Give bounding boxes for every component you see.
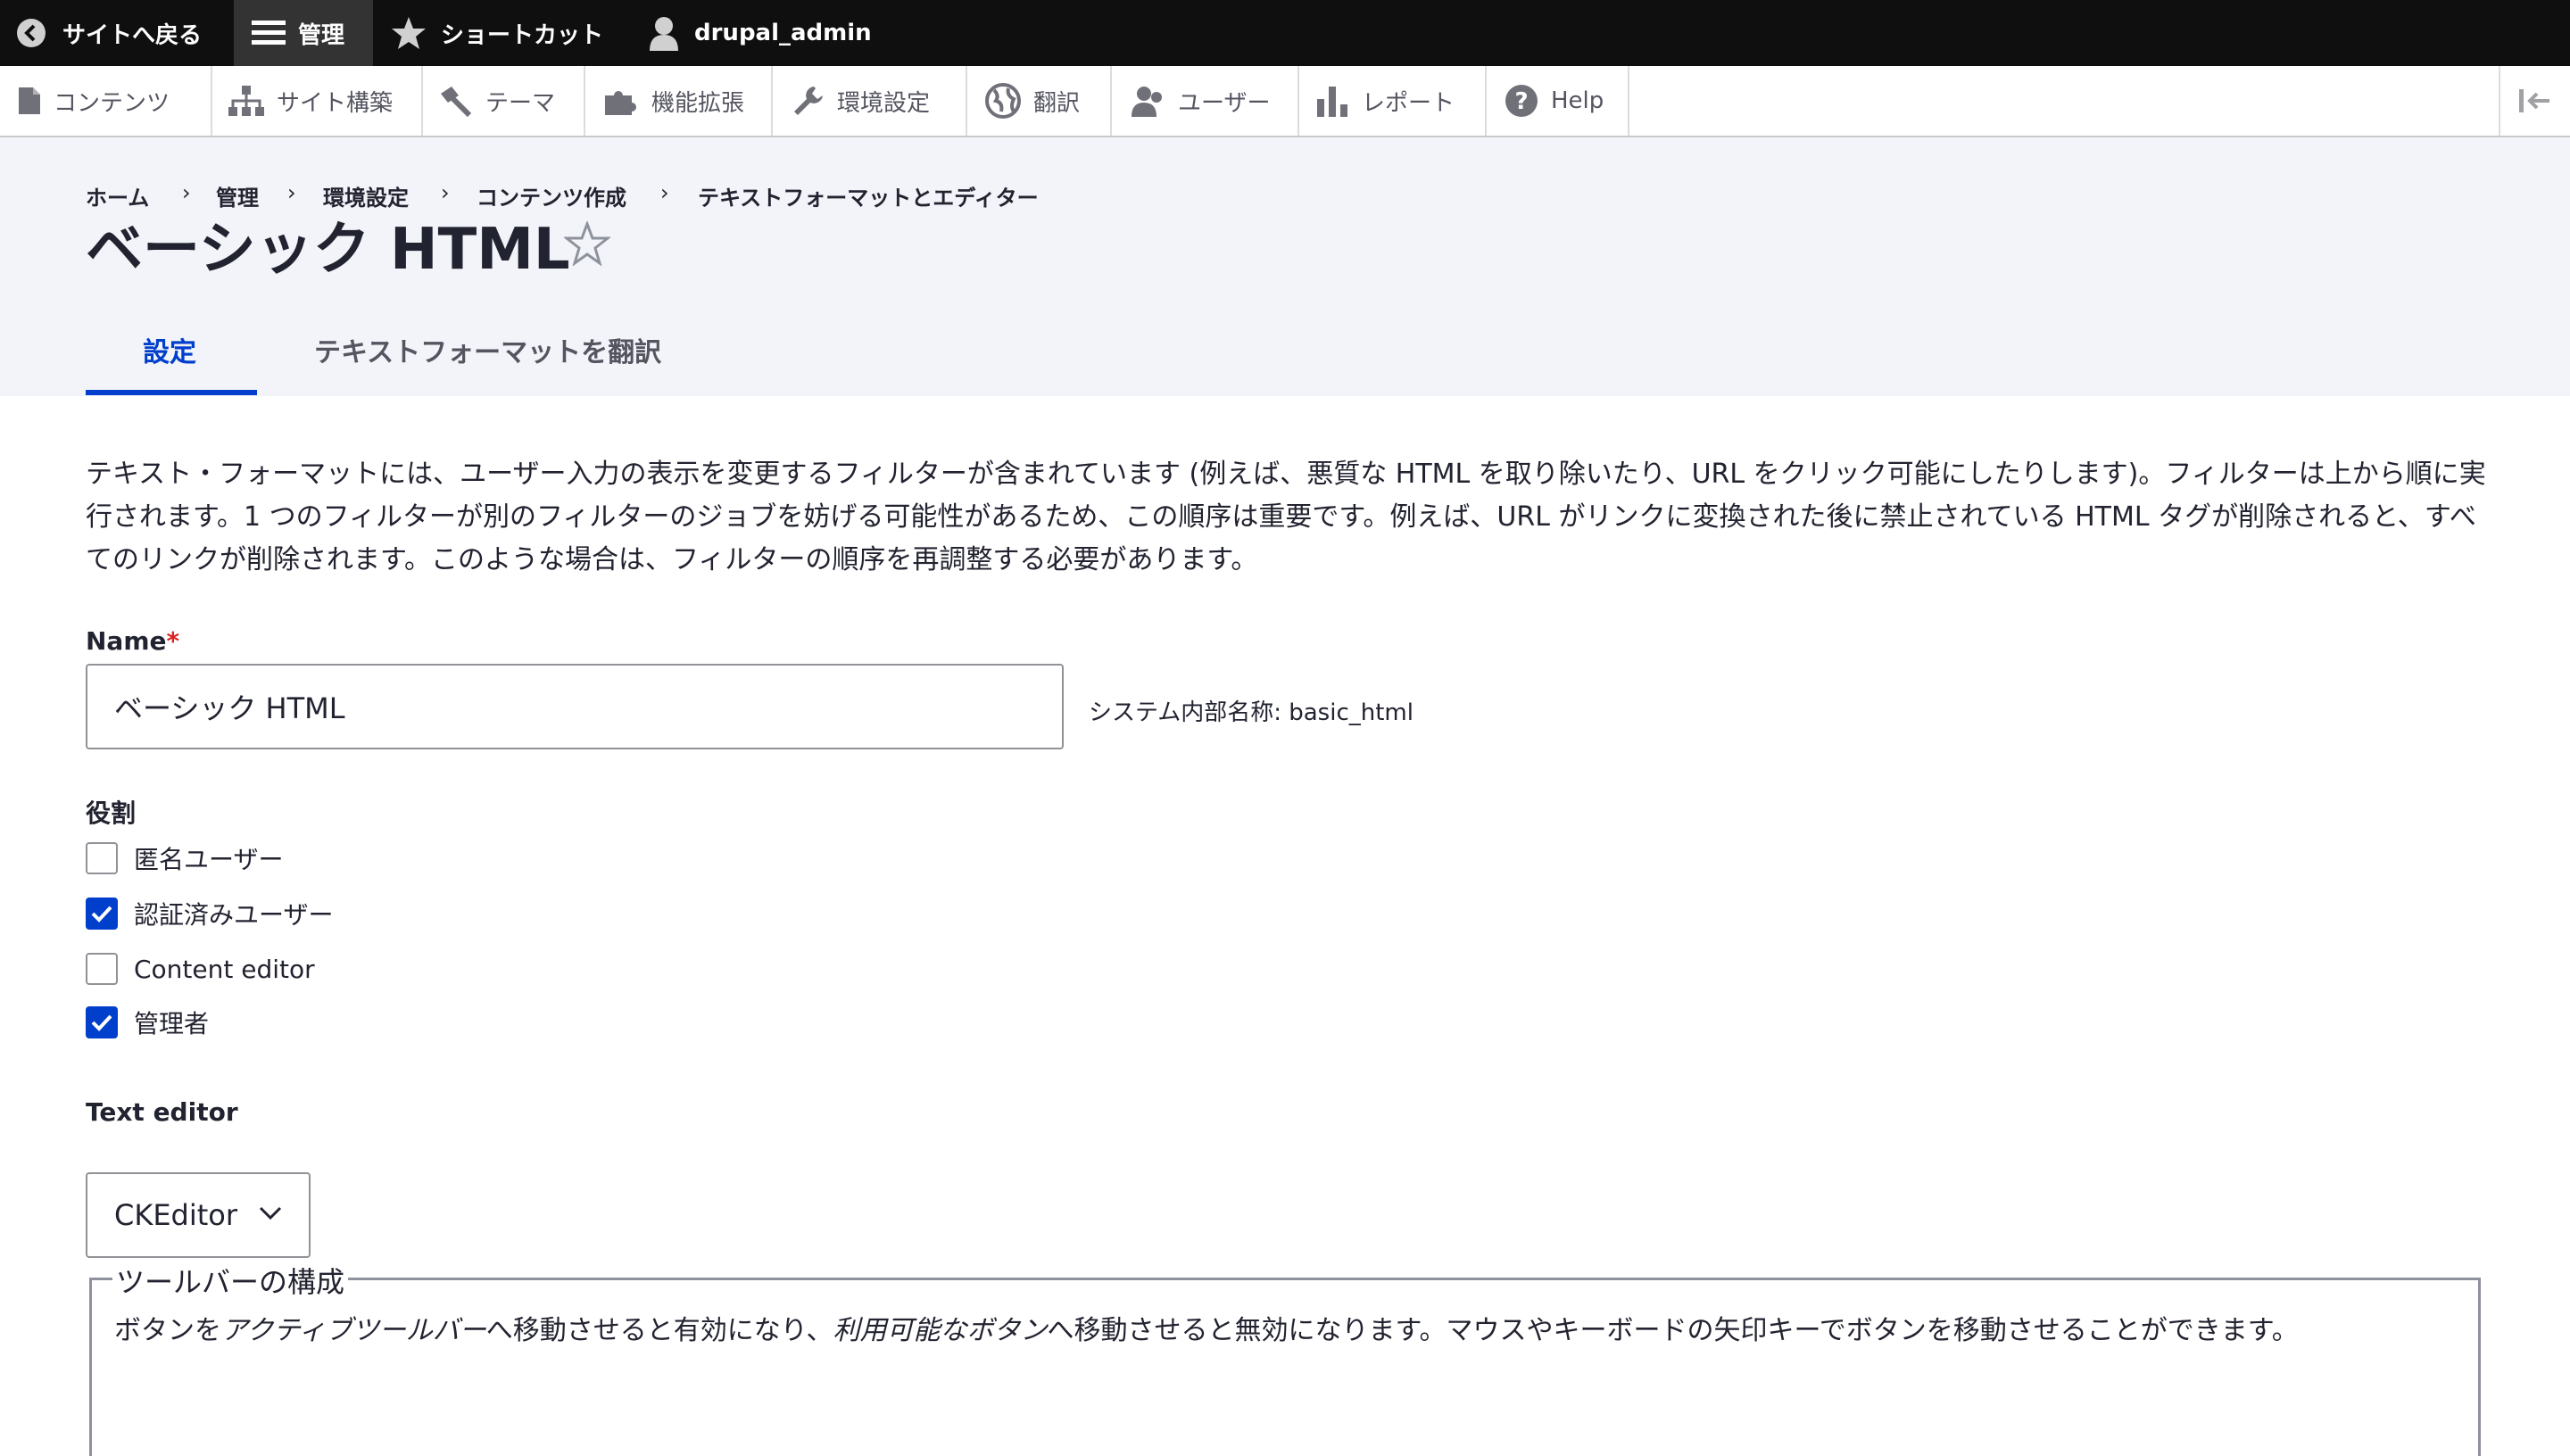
chevron-down-icon (259, 1206, 282, 1220)
people-icon (1132, 87, 1162, 117)
breadcrumb-separator: › (287, 180, 296, 205)
add-shortcut-button[interactable] (562, 219, 612, 269)
role-checkbox-row[interactable]: 認証済みユーザー (86, 896, 333, 931)
format-description: テキスト・フォーマットには、ユーザー入力の表示を変更するフィルターが含まれていま… (86, 459, 2486, 575)
role-checkbox-content-editor[interactable] (86, 953, 118, 985)
manage-tab[interactable]: 管理 (234, 0, 373, 66)
star-outline-icon (562, 219, 612, 267)
tray-item-extend[interactable]: 機能拡張 (585, 66, 773, 136)
roles-label: 役割 (86, 798, 137, 828)
manage-label: 管理 (298, 21, 345, 49)
role-checkbox-authenticated[interactable] (86, 898, 118, 930)
breadcrumb-separator: › (660, 180, 669, 205)
paintbrush-icon (441, 87, 472, 117)
role-checkbox-administrator[interactable] (86, 1006, 118, 1038)
tray-label-content: コンテンツ (54, 89, 170, 117)
shortcuts-label: ショートカット (441, 21, 604, 49)
role-checkbox-row[interactable]: 管理者 (86, 1005, 209, 1040)
bar-chart-icon (1317, 87, 1347, 117)
tray-item-reports[interactable]: レポート (1299, 66, 1487, 136)
checkmark-icon (91, 906, 112, 922)
tray-item-content[interactable]: コンテンツ (0, 66, 212, 136)
desc-part: へ移動させると無効になります。マウスやキーボードの矢印キーでボタンを移動させるこ… (1047, 1315, 2299, 1346)
checkmark-icon (91, 1014, 112, 1031)
structure-icon (228, 86, 264, 116)
star-icon (392, 17, 426, 49)
tray-label-people: ユーザー (1178, 89, 1271, 117)
tray-label-help: Help (1551, 87, 1604, 114)
arrow-left-circle-icon (17, 19, 46, 47)
breadcrumb-content-authoring[interactable]: コンテンツ作成 (477, 180, 626, 211)
role-checkbox-row[interactable]: Content editor (86, 951, 315, 987)
desc-active-toolbar: アクティブツールバー (221, 1315, 486, 1346)
name-input-value: ベーシック HTML (114, 691, 345, 725)
role-label: 管理者 (134, 1009, 210, 1038)
breadcrumb-separator: › (182, 180, 191, 205)
toolbar-config-fieldset (89, 1278, 2481, 1456)
tray-label-reports: レポート (1362, 89, 1455, 117)
tray-label-extend: 機能拡張 (651, 89, 745, 117)
user-label: drupal_admin (694, 20, 872, 46)
tray-label-appearance: テーマ (485, 89, 556, 117)
name-label: Name* (86, 626, 179, 656)
breadcrumb-home[interactable]: ホーム (86, 180, 149, 211)
tray-orientation-toggle[interactable] (2499, 66, 2570, 136)
breadcrumb-admin[interactable]: 管理 (216, 180, 259, 211)
tray-label-configuration: 環境設定 (837, 89, 931, 117)
breadcrumb-separator: › (441, 180, 450, 205)
admin-toolbar: サイトへ戻る 管理 ショートカット drupal_admin (0, 0, 2570, 66)
user-icon (650, 17, 678, 51)
role-checkbox-row[interactable]: 匿名ユーザー (86, 840, 283, 876)
breadcrumb-text-formats[interactable]: テキストフォーマットとエディター (698, 180, 1039, 211)
toolbar-config-legend: ツールバーの構成 (112, 1260, 349, 1301)
tray-item-appearance[interactable]: テーマ (423, 66, 585, 136)
shortcuts-tab[interactable]: ショートカット (391, 0, 603, 66)
hamburger-icon (252, 21, 286, 45)
tab-settings[interactable]: 設定 (143, 330, 196, 369)
user-tab[interactable]: drupal_admin (648, 0, 872, 66)
machine-name-text: システム内部名称: basic_html (1089, 699, 1414, 726)
tray-item-configuration[interactable]: 環境設定 (773, 66, 967, 136)
tray-label-translation: 翻訳 (1033, 89, 1081, 117)
breadcrumb-config[interactable]: 環境設定 (323, 180, 409, 211)
tray-item-people[interactable]: ユーザー (1112, 66, 1299, 136)
role-label: Content editor (134, 954, 315, 984)
back-to-site-link[interactable]: サイトへ戻る (16, 0, 202, 66)
tray-item-translation[interactable]: 翻訳 (967, 66, 1112, 136)
active-tab-indicator (86, 390, 257, 395)
admin-tray: コンテンツ サイト構築 テーマ 機能拡張 環境設定 翻訳 ユーザー レポート ?… (0, 66, 2570, 137)
text-editor-select[interactable]: CKEditor (86, 1172, 311, 1258)
file-icon (19, 87, 40, 114)
text-editor-label: Text editor (86, 1097, 238, 1127)
back-to-site-label: サイトへ戻る (62, 21, 203, 49)
tab-translate[interactable]: テキストフォーマットを翻訳 (314, 330, 661, 369)
required-marker: * (166, 626, 180, 656)
wrench-icon (794, 87, 823, 115)
help-icon: ? (1505, 85, 1538, 117)
role-label: 匿名ユーザー (134, 845, 284, 874)
globe-icon (985, 83, 1021, 119)
role-checkbox-anonymous[interactable] (86, 842, 118, 874)
page-title: ベーシック HTML (86, 217, 570, 283)
name-label-text: Name (86, 626, 167, 656)
svg-text:?: ? (1514, 88, 1528, 115)
tray-item-help[interactable]: ? Help (1487, 66, 1629, 136)
text-editor-value: CKEditor (114, 1198, 238, 1232)
tray-item-structure[interactable]: サイト構築 (212, 66, 423, 136)
name-input[interactable]: ベーシック HTML (86, 664, 1064, 749)
desc-part: ボタンを (114, 1315, 221, 1346)
toolbar-config-description: ボタンをアクティブツールバーへ移動させると有効になり、利用可能なボタンへ移動させ… (114, 1308, 2299, 1347)
desc-part: へ移動させると有効になり、 (485, 1315, 833, 1346)
collapse-left-icon (2519, 89, 2549, 112)
desc-available-buttons: 利用可能なボタン (833, 1315, 1048, 1346)
tray-label-structure: サイト構築 (277, 89, 394, 117)
puzzle-icon (605, 91, 636, 115)
role-label: 認証済みユーザー (134, 900, 334, 930)
